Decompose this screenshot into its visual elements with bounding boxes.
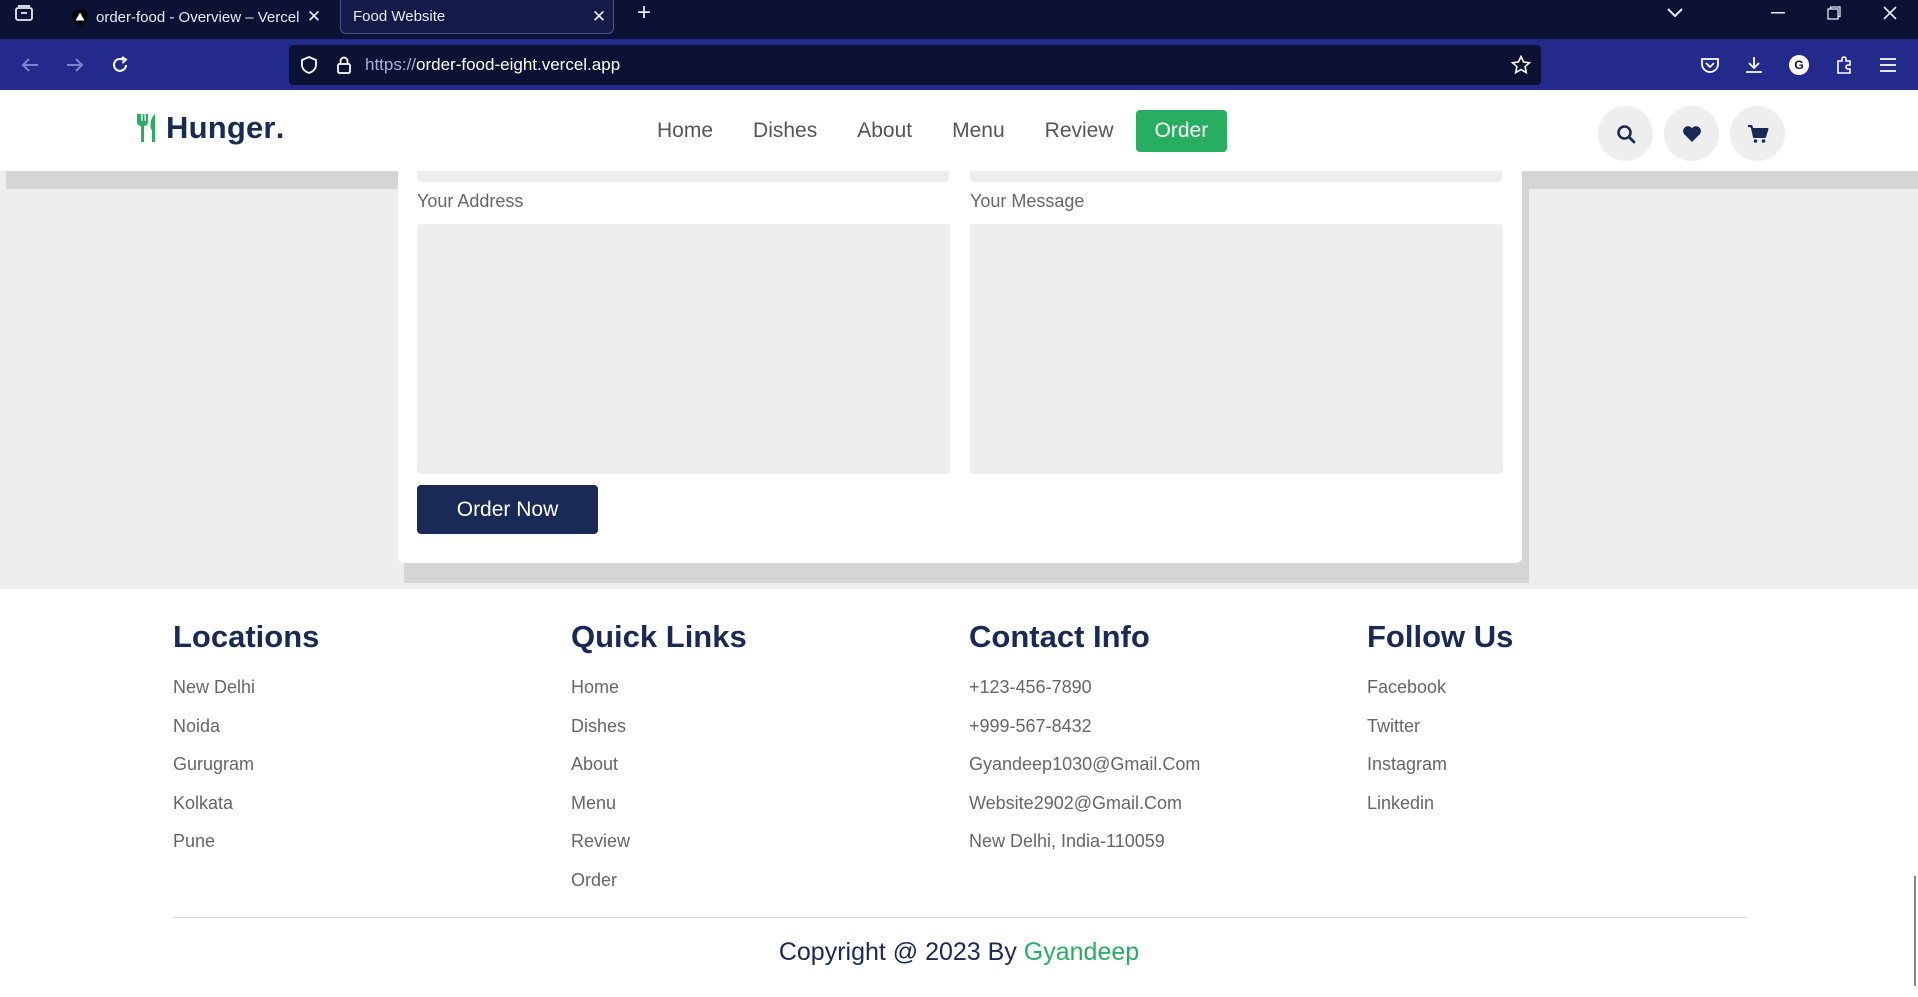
tab-title: Food Website: [353, 8, 446, 25]
nav-link-about[interactable]: About: [837, 110, 932, 152]
location-link[interactable]: Kolkata: [173, 784, 553, 823]
tab-title: order-food - Overview – Vercel: [96, 8, 300, 26]
page-scrollbar[interactable]: [1914, 876, 1916, 986]
location-link[interactable]: New Delhi: [173, 668, 553, 707]
social-link[interactable]: Twitter: [1367, 707, 1747, 746]
footer-locations: Locations New Delhi Noida Gurugram Kolka…: [173, 619, 553, 861]
logo-dot: .: [275, 110, 285, 145]
contact-item[interactable]: +123-456-7890: [969, 668, 1349, 707]
close-icon[interactable]: ✕: [585, 7, 613, 27]
pocket-icon[interactable]: [1688, 39, 1732, 90]
account-icon[interactable]: G: [1777, 39, 1821, 90]
reload-icon[interactable]: [98, 39, 142, 90]
nav-link-order[interactable]: Order: [1135, 110, 1228, 152]
quick-link[interactable]: Order: [571, 861, 951, 900]
new-tab-button[interactable]: +: [628, 0, 660, 26]
account-avatar: G: [1789, 54, 1809, 75]
social-link[interactable]: Linkedin: [1367, 784, 1747, 823]
contact-item[interactable]: New Delhi, India-110059: [969, 822, 1349, 861]
previous-input-field[interactable]: [970, 171, 1502, 182]
address-label: Your Address: [417, 191, 524, 211]
footer-heading-locations: Locations: [173, 619, 320, 654]
footer-heading-follow: Follow Us: [1367, 619, 1514, 654]
utensils-icon: [137, 114, 155, 142]
vercel-icon: [72, 9, 88, 25]
social-link[interactable]: Instagram: [1367, 745, 1747, 784]
contact-item[interactable]: Website2902@Gmail.Com: [969, 784, 1349, 823]
order-now-button[interactable]: Order Now: [417, 485, 598, 534]
social-link[interactable]: Facebook: [1367, 668, 1747, 707]
location-link[interactable]: Noida: [173, 707, 553, 746]
bookmark-star-icon[interactable]: [1506, 45, 1536, 85]
location-link[interactable]: Pune: [173, 822, 553, 861]
order-form: Your Address Your Message Order Now: [398, 171, 1522, 563]
credit-author-link[interactable]: Gyandeep: [1024, 938, 1139, 966]
copyright-credit: Copyright @ 2023 By Gyandeep: [0, 938, 1918, 967]
address-textarea[interactable]: [417, 224, 950, 474]
message-label: Your Message: [970, 191, 1085, 211]
location-link[interactable]: Gurugram: [173, 745, 553, 784]
quick-link[interactable]: Menu: [571, 784, 951, 823]
chevron-down-icon[interactable]: [1647, 0, 1703, 26]
url-text[interactable]: https://order-food-eight.vercel.app: [365, 45, 620, 85]
download-icon[interactable]: [1732, 39, 1776, 90]
nav-link-home[interactable]: Home: [637, 110, 733, 152]
footer-heading-contact: Contact Info: [969, 619, 1150, 654]
contact-item[interactable]: +999-567-8432: [969, 707, 1349, 746]
restore-icon[interactable]: [1806, 0, 1862, 26]
nav-link-review[interactable]: Review: [1025, 110, 1134, 152]
hamburger-menu-icon[interactable]: [1866, 39, 1910, 90]
site-logo[interactable]: Hunger.: [134, 106, 285, 150]
url-scheme: https://: [365, 55, 417, 74]
main-nav: Home Dishes About Menu Review Order: [637, 110, 1228, 152]
quick-link[interactable]: About: [571, 745, 951, 784]
logo-text: Hunger: [166, 110, 276, 145]
lock-icon[interactable]: [329, 45, 359, 85]
quick-link[interactable]: Dishes: [571, 707, 951, 746]
nav-link-menu[interactable]: Menu: [932, 110, 1025, 152]
web-page: Hunger. Home Dishes About Menu Review Or…: [0, 90, 1918, 997]
quick-link[interactable]: Home: [571, 668, 951, 707]
credit-prefix: Copyright @ 2023 By: [778, 938, 1024, 966]
extensions-icon[interactable]: [1822, 39, 1866, 90]
site-footer: Locations New Delhi Noida Gurugram Kolka…: [0, 589, 1918, 997]
quick-link[interactable]: Review: [571, 822, 951, 861]
browser-tabbar: order-food - Overview – Vercel ✕ Food We…: [0, 0, 1918, 39]
site-header: Hunger. Home Dishes About Menu Review Or…: [0, 90, 1918, 171]
forward-arrow-icon[interactable]: [53, 39, 97, 90]
tab-list-icon[interactable]: [0, 0, 48, 26]
url-bar[interactable]: https://order-food-eight.vercel.app: [289, 45, 1541, 85]
close-window-icon[interactable]: [1862, 0, 1918, 26]
shield-icon[interactable]: [294, 45, 324, 85]
footer-follow-us: Follow Us Facebook Twitter Instagram Lin…: [1367, 619, 1747, 822]
browser-toolbar: https://order-food-eight.vercel.app G: [0, 39, 1918, 90]
heart-icon[interactable]: [1664, 106, 1719, 161]
cart-icon[interactable]: [1730, 106, 1785, 161]
footer-heading-quick-links: Quick Links: [571, 619, 747, 654]
url-host: order-food-eight.vercel.app: [416, 55, 621, 74]
header-icons: [1598, 106, 1785, 161]
close-icon[interactable]: ✕: [300, 7, 328, 27]
footer-divider: [173, 917, 1747, 918]
nav-link-dishes[interactable]: Dishes: [733, 110, 837, 152]
previous-input-field[interactable]: [417, 171, 949, 182]
back-arrow-icon[interactable]: [8, 39, 52, 90]
footer-contact-info: Contact Info +123-456-7890 +999-567-8432…: [969, 619, 1349, 861]
tab-vercel[interactable]: order-food - Overview – Vercel ✕: [58, 0, 328, 34]
message-textarea[interactable]: [970, 224, 1503, 474]
tab-food-website[interactable]: Food Website ✕: [340, 0, 614, 34]
order-section: Your Address Your Message Order Now: [0, 171, 1918, 589]
minimize-icon[interactable]: [1750, 0, 1806, 26]
footer-quick-links: Quick Links Home Dishes About Menu Revie…: [571, 619, 951, 899]
contact-item[interactable]: Gyandeep1030@Gmail.Com: [969, 745, 1349, 784]
search-icon[interactable]: [1598, 106, 1653, 161]
